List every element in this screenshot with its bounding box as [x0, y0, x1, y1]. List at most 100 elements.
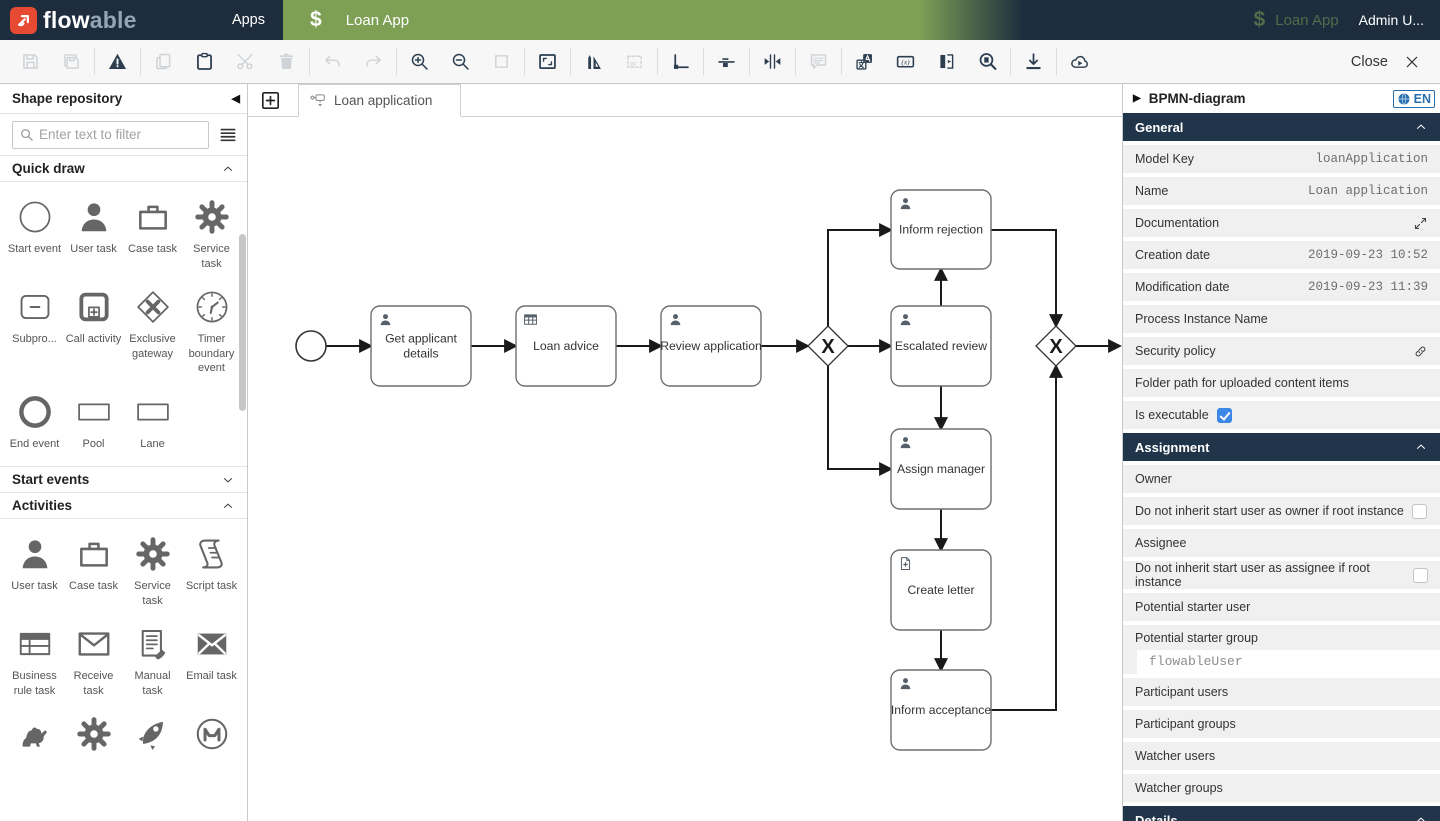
shape-script-task[interactable]: Script task: [182, 534, 241, 594]
collapse-panel-icon[interactable]: ▶: [1133, 93, 1141, 104]
shape-service-task[interactable]: Service task: [123, 534, 182, 608]
align-horizontal-button[interactable]: [706, 45, 747, 79]
property-row-participant-users[interactable]: Participant users: [1123, 678, 1440, 706]
property-section-assignment[interactable]: Assignment: [1123, 433, 1440, 461]
shape-camel-task[interactable]: [5, 714, 64, 754]
property-section-details[interactable]: Details: [1123, 806, 1440, 821]
property-row-owner[interactable]: Owner: [1123, 465, 1440, 493]
shape-user-task[interactable]: User task: [5, 534, 64, 594]
undo-button[interactable]: [312, 45, 353, 79]
do-not-inherit-start-user-as-assignee-if-root-instance-checkbox[interactable]: [1413, 568, 1428, 583]
expand-icon[interactable]: [1413, 216, 1428, 231]
property-row-is-executable[interactable]: Is executable: [1123, 401, 1440, 429]
align-corner-button[interactable]: [660, 45, 701, 79]
sequence-flow[interactable]: [991, 366, 1056, 710]
align-vertical-button[interactable]: [752, 45, 793, 79]
zoom-in-button[interactable]: [399, 45, 440, 79]
zoom-fit-button[interactable]: [527, 45, 568, 79]
sequence-flow[interactable]: [828, 366, 891, 469]
task-inform-rejection[interactable]: Inform rejection: [891, 190, 991, 269]
close-button[interactable]: Close: [1351, 54, 1430, 70]
redo-button[interactable]: [353, 45, 394, 79]
shape-gear-task[interactable]: [64, 714, 123, 754]
property-row-process-instance-name[interactable]: Process Instance Name: [1123, 305, 1440, 333]
expression-button[interactable]: (x): [885, 45, 926, 79]
sidebar-scrollbar[interactable]: [239, 234, 246, 411]
do-not-inherit-start-user-as-owner-if-root-instance-checkbox[interactable]: [1412, 504, 1427, 519]
section-header-start-events[interactable]: Start events: [0, 466, 247, 493]
property-row-potential-starter-user[interactable]: Potential starter user: [1123, 593, 1440, 621]
language-selector[interactable]: EN: [1393, 90, 1435, 108]
shape-case-task[interactable]: Case task: [123, 197, 182, 257]
shape-receive-task[interactable]: Receive task: [64, 624, 123, 698]
property-row-do-not-inherit-start-user-as-assignee-if-root-instance[interactable]: Do not inherit start user as assignee if…: [1123, 561, 1440, 589]
gateway-1[interactable]: X: [808, 326, 848, 366]
property-section-general[interactable]: General: [1123, 113, 1440, 141]
shape-pool[interactable]: Pool: [64, 392, 123, 452]
multi-select-button[interactable]: [614, 45, 655, 79]
comment-button[interactable]: [798, 45, 839, 79]
user-menu[interactable]: Admin U...: [1359, 12, 1424, 28]
shape-email-task[interactable]: Email task: [182, 624, 241, 684]
translate-button[interactable]: [844, 45, 885, 79]
copy-button[interactable]: [143, 45, 184, 79]
property-row-assignee[interactable]: Assignee: [1123, 529, 1440, 557]
paste-button[interactable]: [184, 45, 225, 79]
property-row-folder-path-for-uploaded-content-items[interactable]: Folder path for uploaded content items: [1123, 369, 1440, 397]
shape-start-event[interactable]: Start event: [5, 197, 64, 257]
property-row-watcher-users[interactable]: Watcher users: [1123, 742, 1440, 770]
sequence-flow[interactable]: [991, 230, 1056, 326]
save-button[interactable]: [10, 45, 51, 79]
shape-service-task[interactable]: Service task: [182, 197, 241, 271]
shape-filter-field[interactable]: [12, 121, 209, 149]
shape-timer-boundary-event[interactable]: Timer boundary event: [182, 287, 241, 376]
shape-case-task[interactable]: Case task: [64, 534, 123, 594]
property-row-creation-date[interactable]: Creation date2019-09-23 10:52: [1123, 241, 1440, 269]
task-review-application[interactable]: Review application: [660, 306, 762, 386]
flowable-logo[interactable]: flowable: [10, 7, 137, 34]
property-row-security-policy[interactable]: Security policy: [1123, 337, 1440, 365]
cut-button[interactable]: [225, 45, 266, 79]
bendpoint-button[interactable]: [573, 45, 614, 79]
list-view-icon[interactable]: [218, 125, 238, 145]
shape-business-rule-task[interactable]: Business rule task: [5, 624, 64, 698]
task-inform-acceptance[interactable]: Inform acceptance: [891, 670, 991, 750]
shape-filter-input[interactable]: [39, 127, 202, 142]
collapse-sidebar-icon[interactable]: ◀: [232, 92, 240, 105]
section-header-activities[interactable]: Activities: [0, 492, 247, 519]
shape-subpro[interactable]: Subpro...: [5, 287, 64, 347]
cloud-upload-button[interactable]: [1059, 45, 1100, 79]
is-executable-checkbox[interactable]: [1217, 408, 1232, 423]
shape-rocket-task[interactable]: [123, 714, 182, 754]
task-escalated-review[interactable]: Escalated review: [891, 306, 991, 386]
property-row-modification-date[interactable]: Modification date2019-09-23 11:39: [1123, 273, 1440, 301]
tab-loan-application[interactable]: Loan application: [298, 84, 461, 117]
find-button[interactable]: [967, 45, 1008, 79]
property-row-participant-groups[interactable]: Participant groups: [1123, 710, 1440, 738]
shape-user-task[interactable]: User task: [64, 197, 123, 257]
property-row-potential-starter-group[interactable]: Potential starter groupflowableUser: [1123, 625, 1440, 674]
add-tab-button[interactable]: [260, 90, 281, 111]
section-header-quick-draw[interactable]: Quick draw: [0, 155, 247, 182]
flip-button[interactable]: [926, 45, 967, 79]
shape-call-activity[interactable]: Call activity: [64, 287, 123, 347]
shape-manual-task[interactable]: Manual task: [123, 624, 182, 698]
delete-button[interactable]: [266, 45, 307, 79]
task-assign-manager[interactable]: Assign manager: [891, 429, 991, 509]
validate-button[interactable]: [97, 45, 138, 79]
task-get-applicant-details[interactable]: Get applicantdetails: [371, 306, 471, 386]
shape-exclusive-gateway[interactable]: Exclusive gateway: [123, 287, 182, 361]
zoom-out-button[interactable]: [440, 45, 481, 79]
start-event[interactable]: [296, 331, 326, 361]
task-create-letter[interactable]: Create letter: [891, 550, 991, 630]
property-row-do-not-inherit-start-user-as-owner-if-root-instance[interactable]: Do not inherit start user as owner if ro…: [1123, 497, 1440, 525]
property-row-watcher-groups[interactable]: Watcher groups: [1123, 774, 1440, 802]
link-icon[interactable]: [1413, 344, 1428, 359]
sequence-flow[interactable]: [828, 230, 891, 326]
save-all-button[interactable]: [51, 45, 92, 79]
task-loan-advice[interactable]: Loan advice: [516, 306, 616, 386]
bpmn-canvas[interactable]: Get applicantdetails Loan advice Review ap…: [248, 117, 1122, 821]
property-row-model-key[interactable]: Model KeyloanApplication: [1123, 145, 1440, 173]
property-row-name[interactable]: NameLoan application: [1123, 177, 1440, 205]
download-button[interactable]: [1013, 45, 1054, 79]
